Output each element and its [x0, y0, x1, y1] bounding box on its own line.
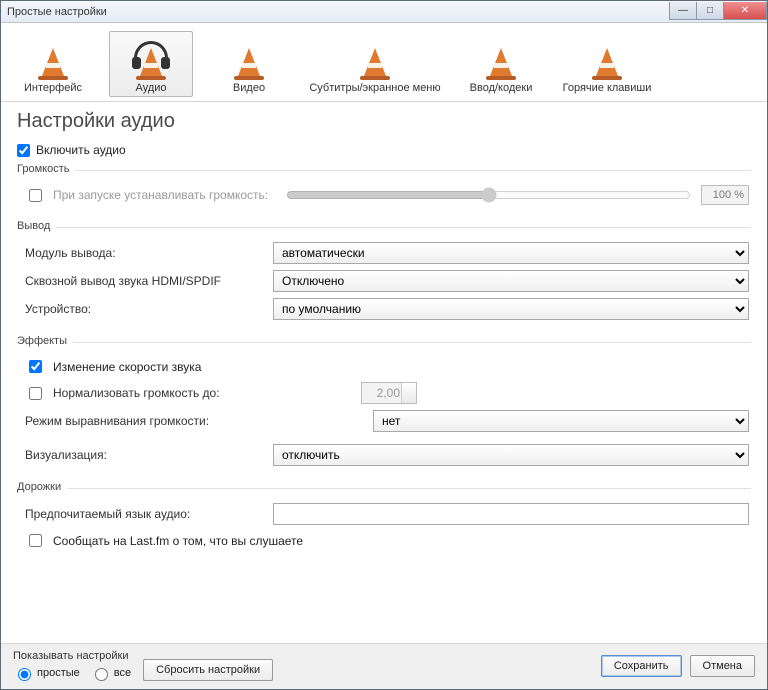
audio-lang-input[interactable] [273, 503, 749, 525]
replaygain-select[interactable]: нет [373, 410, 749, 432]
visual-label: Визуализация: [25, 448, 265, 462]
lastfm-checkbox[interactable] [29, 534, 42, 547]
page-title: Настройки аудио [17, 110, 751, 133]
startup-volume-slider[interactable] [286, 187, 691, 203]
audio-lang-label: Предпочитаемый язык аудио: [25, 507, 265, 521]
output-module-select[interactable]: автоматически [273, 242, 749, 264]
tracks-legend: Дорожки [17, 481, 67, 493]
replaygain-label: Режим выравнивания громкости: [25, 414, 365, 428]
cone-icon [486, 44, 516, 80]
pitch-label: Изменение скорости звука [53, 360, 201, 374]
normalize-checkbox[interactable] [29, 387, 42, 400]
minimize-button[interactable]: — [669, 2, 697, 20]
normalize-spinner[interactable]: 2,00 [361, 382, 417, 404]
fieldset-output: Вывод Модуль вывода: автоматически Сквоз… [17, 220, 751, 329]
cone-icon [234, 44, 264, 80]
window-title: Простые настройки [7, 6, 107, 18]
output-module-label: Модуль вывода: [25, 246, 265, 260]
fieldset-tracks: Дорожки Предпочитаемый язык аудио: Сообщ… [17, 481, 751, 559]
tab-subtitles[interactable]: Субтитры/экранное меню [305, 31, 445, 97]
page-body: Настройки аудио Включить аудио Громкость… [1, 102, 767, 643]
show-settings-label: Показывать настройки [13, 650, 131, 662]
radio-all[interactable]: все [90, 665, 131, 681]
tab-audio[interactable]: Аудио [109, 31, 193, 97]
cone-icon [38, 44, 68, 80]
radio-simple[interactable]: простые [13, 665, 80, 681]
category-tabs: Интерфейс Аудио Видео Субтитры/экранное … [1, 23, 767, 102]
output-legend: Вывод [17, 220, 56, 232]
cancel-button[interactable]: Отмена [690, 655, 755, 677]
preferences-window: Простые настройки — □ ✕ Интерфейс Аудио … [0, 0, 768, 690]
tab-interface[interactable]: Интерфейс [11, 31, 95, 97]
save-button[interactable]: Сохранить [601, 655, 682, 677]
normalize-label: Нормализовать громкость до: [53, 386, 353, 400]
pitch-checkbox[interactable] [29, 360, 42, 373]
titlebar: Простые настройки — □ ✕ [1, 1, 767, 23]
close-button[interactable]: ✕ [723, 2, 767, 20]
startup-volume-checkbox[interactable] [29, 189, 42, 202]
cone-headphones-icon [136, 44, 166, 80]
reset-button[interactable]: Сбросить настройки [143, 659, 273, 681]
maximize-button[interactable]: □ [696, 2, 724, 20]
enable-audio-label: Включить аудио [36, 143, 126, 157]
tab-input-codecs[interactable]: Ввод/кодеки [459, 31, 543, 97]
lastfm-label: Сообщать на Last.fm о том, что вы слушае… [53, 534, 303, 548]
fieldset-volume: Громкость При запуске устанавливать гром… [17, 163, 751, 214]
visual-select[interactable]: отключить [273, 444, 749, 466]
fieldset-effects: Эффекты Изменение скорости звука Нормали… [17, 335, 751, 475]
startup-volume-label: При запуске устанавливать громкость: [53, 188, 268, 202]
spdif-label: Сквозной вывод звука HDMI/SPDIF [25, 274, 265, 288]
cone-icon [360, 44, 390, 80]
footer: Показывать настройки простые все Сбросит… [1, 643, 767, 689]
volume-legend: Громкость [17, 163, 75, 175]
effects-legend: Эффекты [17, 335, 73, 347]
device-select[interactable]: по умолчанию [273, 298, 749, 320]
enable-audio-checkbox[interactable] [17, 144, 30, 157]
tab-hotkeys[interactable]: Горячие клавиши [557, 31, 657, 97]
startup-volume-percent: 100 % [701, 185, 749, 205]
device-label: Устройство: [25, 302, 265, 316]
tab-video[interactable]: Видео [207, 31, 291, 97]
spdif-select[interactable]: Отключено [273, 270, 749, 292]
cone-icon [592, 44, 622, 80]
